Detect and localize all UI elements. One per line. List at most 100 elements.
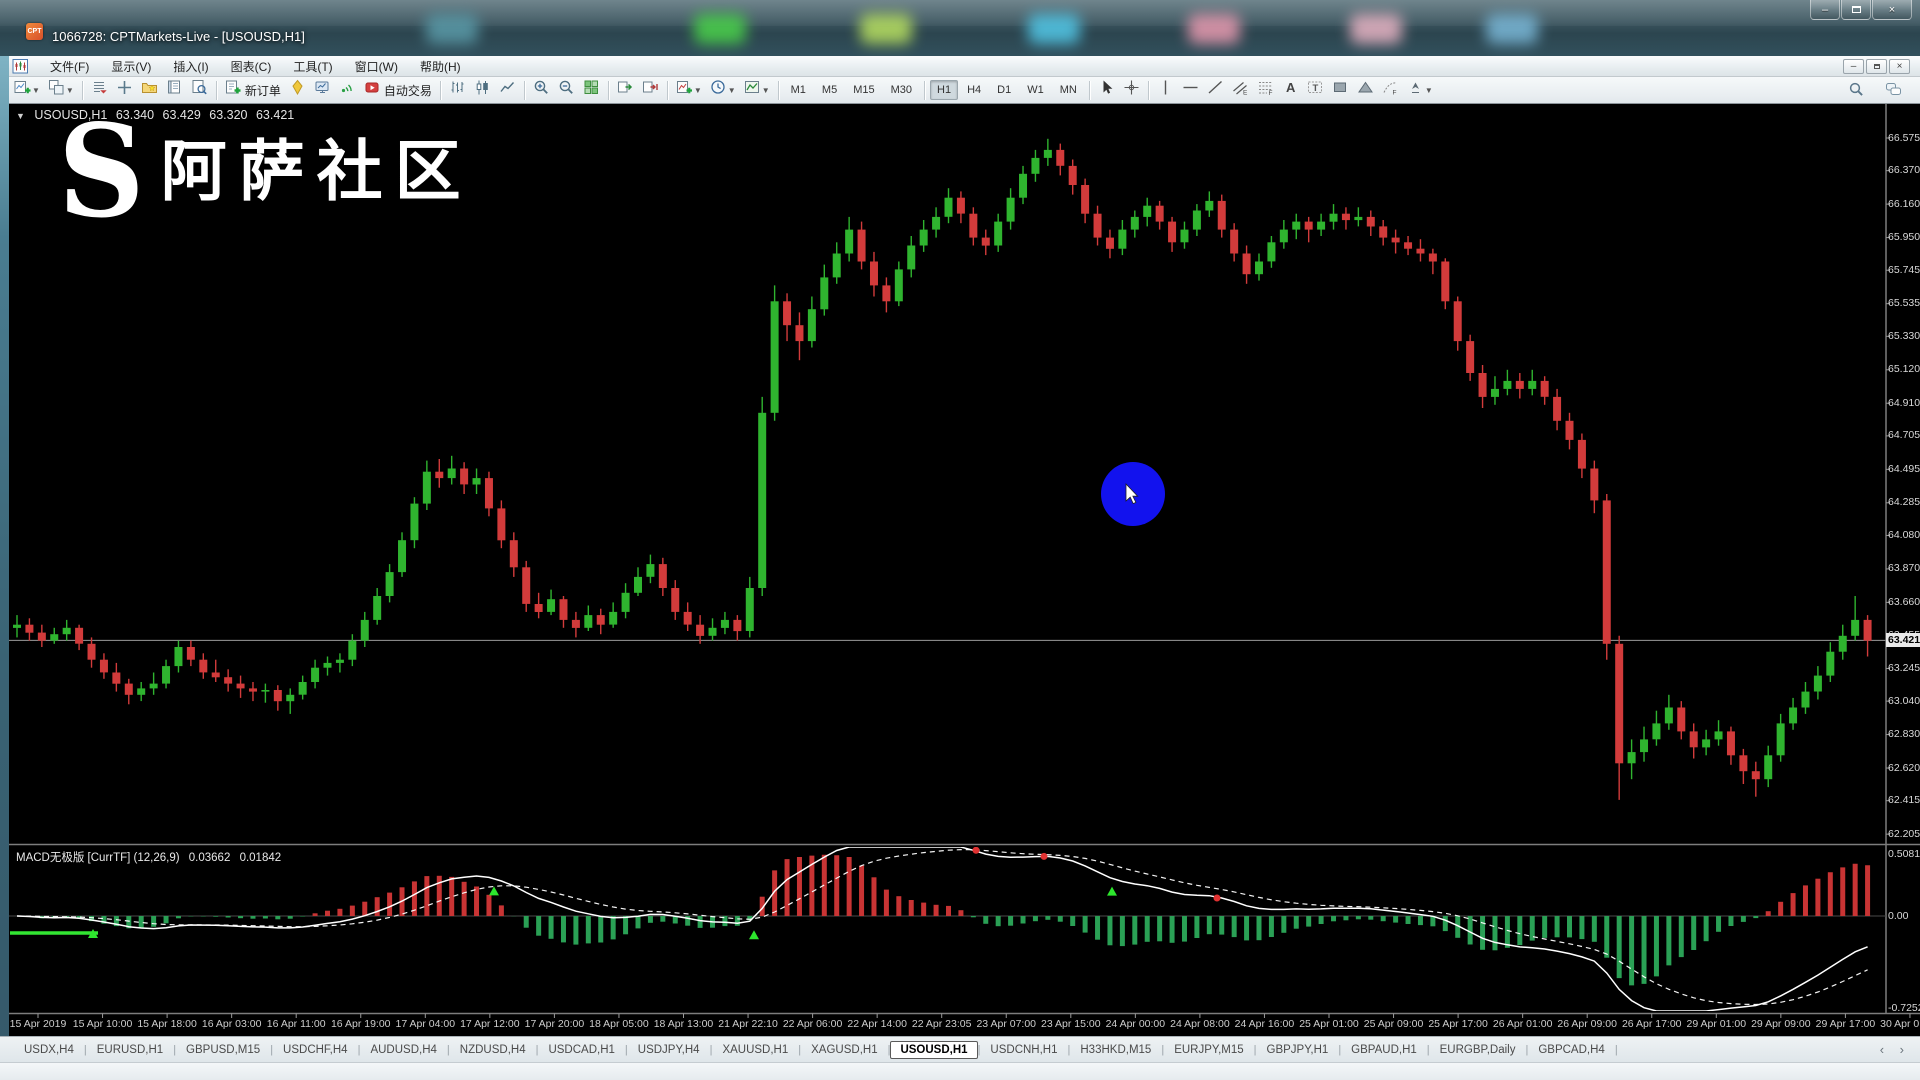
timeframe-mn[interactable]: MN [1053, 80, 1084, 100]
timeframe-m30[interactable]: M30 [884, 80, 919, 100]
timeframe-d1[interactable]: D1 [990, 80, 1018, 100]
fibo-channel-button[interactable]: F [1378, 79, 1403, 102]
chart-tab-gbpcad-h4[interactable]: GBPCAD,H4 [1528, 1041, 1614, 1059]
toolbar-separator [924, 81, 925, 100]
cursor-tool-button[interactable] [1094, 79, 1119, 102]
time-axis-label: 18 Apr 05:00 [589, 1018, 649, 1030]
new-chart-button[interactable]: ▼ [10, 79, 44, 102]
style-painter-button[interactable] [285, 79, 310, 102]
navigator-button[interactable] [162, 79, 187, 102]
dropdown-arrow-icon[interactable]: ▼ [728, 86, 736, 95]
timeframe-h4[interactable]: H4 [960, 80, 988, 100]
tile-windows-button[interactable] [579, 79, 604, 102]
broker-watermark: S 阿萨社区 [58, 120, 473, 224]
dropdown-arrow-icon[interactable]: ▼ [32, 86, 40, 95]
timeframe-m15[interactable]: M15 [846, 80, 881, 100]
text-tool-button[interactable]: A [1278, 79, 1303, 102]
minimize-button[interactable]: – [1810, 0, 1840, 20]
dropdown-arrow-icon[interactable]: ▼ [66, 86, 74, 95]
arrow-symbols-button[interactable]: ▼ [1403, 79, 1437, 102]
crosshair-tool-button[interactable] [1119, 79, 1144, 102]
menu-w[interactable]: 窗口(W) [344, 56, 409, 76]
maximize-button[interactable] [1841, 0, 1871, 20]
auto-trading-button[interactable]: 自动交易 [360, 79, 436, 102]
timeframe-m5[interactable]: M5 [815, 80, 844, 100]
mdi-restore-button[interactable] [1866, 59, 1887, 74]
auto-scroll-button[interactable] [613, 79, 638, 102]
auto-trading-icon [364, 79, 381, 101]
bar-chart-button[interactable] [445, 79, 470, 102]
tab-scroll-arrows[interactable]: ‹ › [1880, 1042, 1910, 1057]
menu-f[interactable]: 文件(F) [39, 56, 100, 76]
timeframe-m1[interactable]: M1 [784, 80, 813, 100]
strategy-tester-button[interactable] [310, 79, 335, 102]
chart-tab-gbpusd-m15[interactable]: GBPUSD,M15 [176, 1041, 270, 1059]
text-label-icon: T [1307, 79, 1324, 101]
chart-tab-xagusd-h1[interactable]: XAGUSD,H1 [801, 1041, 887, 1059]
line-chart-button[interactable] [495, 79, 520, 102]
chart-shift-button[interactable] [638, 79, 663, 102]
timeframe-h1[interactable]: H1 [930, 80, 958, 100]
new-order-button[interactable]: 新订单 [221, 79, 285, 102]
chart-tab-usdchf-h4[interactable]: USDCHF,H4 [273, 1041, 358, 1059]
zoom-out-button[interactable] [554, 79, 579, 102]
chart-tab-xauusd-h1[interactable]: XAUUSD,H1 [712, 1041, 798, 1059]
templates-icon [744, 79, 761, 101]
search-button[interactable] [1844, 80, 1869, 103]
chart-tab-nzdusd-h4[interactable]: NZDUSD,H4 [450, 1041, 536, 1059]
chart-tab-gbpjpy-h1[interactable]: GBPJPY,H1 [1257, 1041, 1339, 1059]
one-click-caret-icon[interactable]: ▼ [16, 111, 25, 121]
fibonacci-retracement-button[interactable]: F [1253, 79, 1278, 102]
indicators-list-button[interactable]: ▼ [672, 79, 706, 102]
menu-c[interactable]: 图表(C) [220, 56, 283, 76]
chart-tab-usdcad-h1[interactable]: USDCAD,H1 [538, 1041, 624, 1059]
mdi-close-button[interactable]: × [1889, 59, 1910, 74]
chart-tab-audusd-h4[interactable]: AUDUSD,H4 [360, 1041, 446, 1059]
rectangle-tool-button[interactable] [1328, 79, 1353, 102]
chart-window-icon[interactable] [12, 58, 29, 75]
chart-tab-gbpaud-h1[interactable]: GBPAUD,H1 [1341, 1041, 1427, 1059]
time-axis-label: 29 Apr 01:00 [1687, 1018, 1747, 1030]
mdi-minimize-button[interactable]: – [1843, 59, 1864, 74]
chat-icon [1885, 81, 1902, 103]
menu-h[interactable]: 帮助(H) [409, 56, 472, 76]
trendline-button[interactable] [1203, 79, 1228, 102]
chart-tab-usdx-h4[interactable]: USDX,H4 [14, 1041, 84, 1059]
chart-area[interactable] [0, 104, 1920, 1036]
price-axis-label: 62.415 [1888, 794, 1918, 806]
menu-i[interactable]: 插入(I) [162, 56, 219, 76]
close-button[interactable]: × [1872, 0, 1912, 20]
terminal-button[interactable] [187, 79, 212, 102]
macd-scale-zero: 0.00 [1888, 910, 1918, 922]
arrow-symbols-icon [1407, 79, 1424, 101]
terminal-icon [191, 79, 208, 101]
triangle-tool-button[interactable] [1353, 79, 1378, 102]
toolbar-separator [216, 81, 217, 100]
vertical-line-button[interactable] [1153, 79, 1178, 102]
chart-tab-usousd-h1[interactable]: USOUSD,H1 [890, 1041, 977, 1059]
chart-tab-eurusd-h1[interactable]: EURUSD,H1 [87, 1041, 173, 1059]
candlestick-chart-button[interactable] [470, 79, 495, 102]
chat-button[interactable] [1881, 80, 1906, 103]
chart-tab-usdjpy-h4[interactable]: USDJPY,H4 [628, 1041, 710, 1059]
dropdown-arrow-icon[interactable]: ▼ [762, 86, 770, 95]
chart-tab-usdcnh-h1[interactable]: USDCNH,H1 [980, 1041, 1067, 1059]
text-label-button[interactable]: T [1303, 79, 1328, 102]
signals-button[interactable] [335, 79, 360, 102]
equidistant-channel-button[interactable]: E [1228, 79, 1253, 102]
dropdown-arrow-icon[interactable]: ▼ [1425, 86, 1433, 95]
app-icon[interactable]: CPT [26, 23, 43, 40]
menu-t[interactable]: 工具(T) [282, 56, 343, 76]
timeframe-w1[interactable]: W1 [1020, 80, 1051, 100]
periods-button[interactable]: ▼ [706, 79, 740, 102]
templates-button[interactable]: ▼ [740, 79, 774, 102]
zoom-in-button[interactable] [529, 79, 554, 102]
chart-tab-eurjpy-m15[interactable]: EURJPY,M15 [1164, 1041, 1253, 1059]
dropdown-arrow-icon[interactable]: ▼ [694, 86, 702, 95]
chart-ohlc-header: ▼ USOUSD,H1 63.340 63.429 63.320 63.421 [16, 108, 299, 122]
menu-v[interactable]: 显示(V) [100, 56, 162, 76]
horizontal-line-button[interactable] [1178, 79, 1203, 102]
time-axis-label: 26 Apr 17:00 [1622, 1018, 1682, 1030]
chart-tab-h33hkd-m15[interactable]: H33HKD,M15 [1070, 1041, 1161, 1059]
chart-tab-eurgbp-daily[interactable]: EURGBP,Daily [1430, 1041, 1526, 1059]
